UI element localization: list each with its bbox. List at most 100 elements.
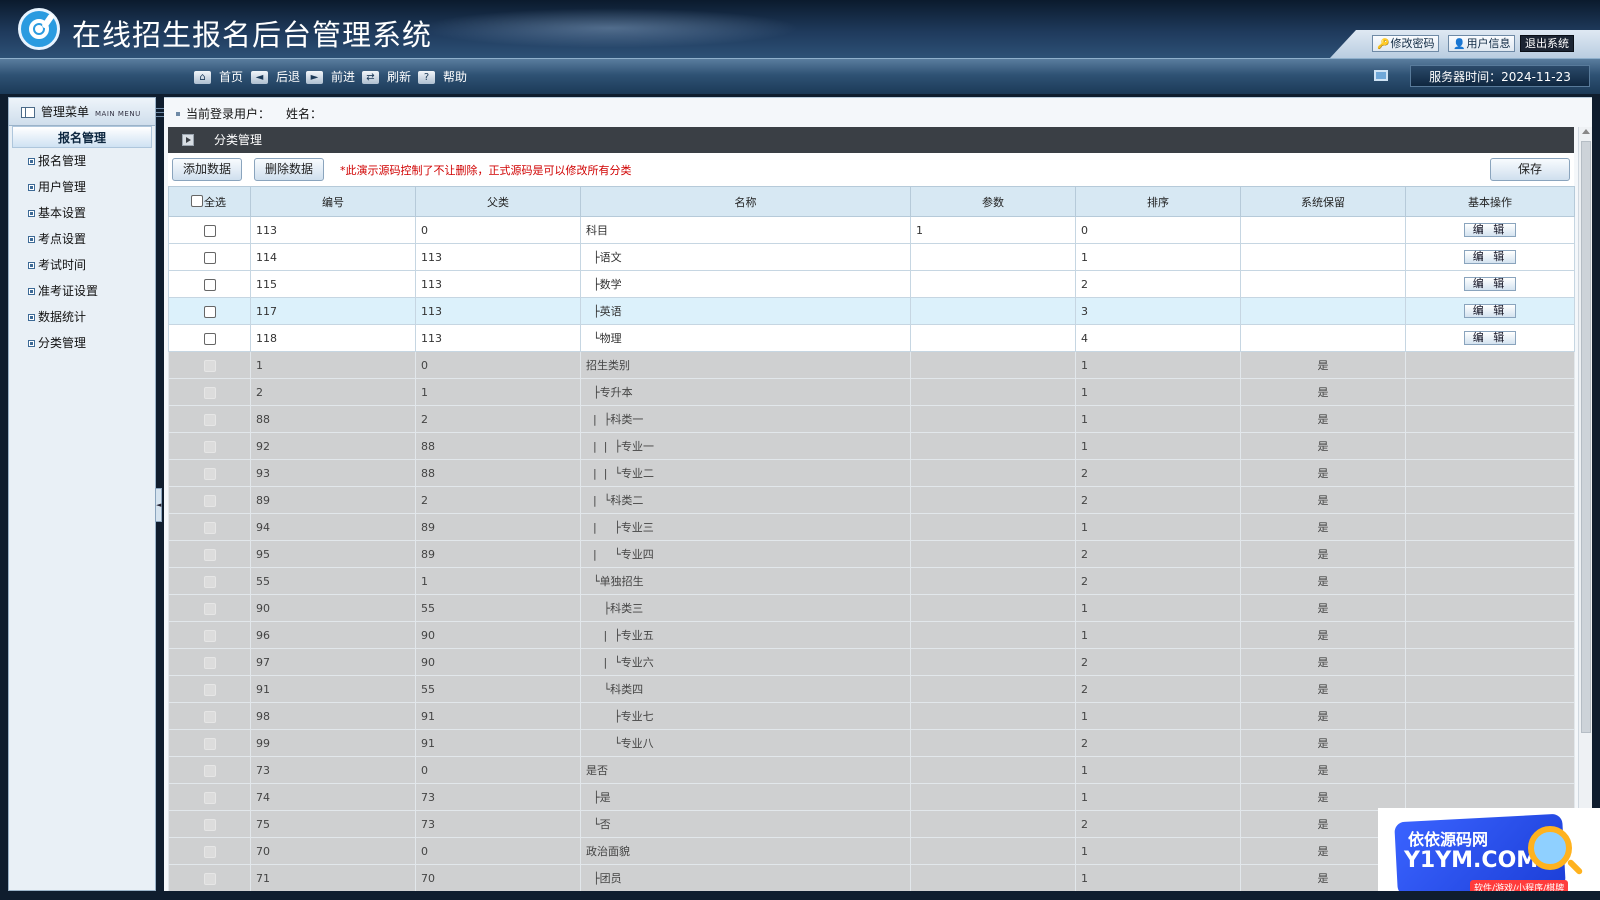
table-row[interactable]: 21 ├专升本 1 是 — [168, 378, 1575, 406]
table-row[interactable]: 118 113 └物理 4 编 辑 — [168, 324, 1575, 352]
sidebar-item-categories[interactable]: 分类管理 — [9, 330, 155, 356]
watermark: 依依源码网 Y1YM.COM 软件/游戏/小程序/棋牌 — [1378, 808, 1600, 900]
add-data-button[interactable]: 添加数据 — [172, 158, 243, 181]
row-checkbox-cell — [168, 837, 251, 865]
nav-back[interactable]: ◄ 后退 — [251, 68, 300, 86]
sidebar-item-users[interactable]: 用户管理 — [9, 174, 155, 200]
edit-button[interactable]: 编 辑 — [1464, 331, 1516, 345]
row-checkbox[interactable] — [203, 278, 216, 291]
cell-name: ├科类三 — [580, 594, 911, 622]
cell-actions[interactable]: 编 辑 — [1405, 297, 1575, 325]
table-row[interactable]: 92 88 | | ├专业一 1 是 — [168, 432, 1575, 460]
table-row[interactable]: 73 0 是否 1 是 — [168, 756, 1575, 784]
cell-sort: 2 — [1075, 648, 1241, 676]
cell-actions[interactable]: 编 辑 — [1405, 324, 1575, 352]
cell-name: | ├专业三 — [580, 513, 911, 541]
table-row[interactable]: 113 0 科目 1 0 编 辑 — [168, 216, 1575, 244]
cell-actions[interactable]: 编 辑 — [1405, 243, 1575, 271]
cell-reserved — [1240, 297, 1406, 325]
table-row[interactable]: 98 91 ├专业七 1 是 — [168, 702, 1575, 730]
scroll-up-icon[interactable] — [1582, 129, 1590, 134]
user-icon: 👤 — [1453, 39, 1466, 50]
row-checkbox[interactable] — [203, 305, 216, 318]
table-row[interactable]: 70 0 政治面貌 1 是 — [168, 837, 1575, 865]
scroll-thumb[interactable] — [1581, 141, 1591, 733]
sidebar-item-enrollment[interactable]: 报名管理 — [9, 148, 155, 174]
table-row[interactable]: 115 113 ├数学 2 编 辑 — [168, 270, 1575, 298]
cell-actions[interactable]: 编 辑 — [1405, 216, 1575, 244]
table-row[interactable]: 93 88 | | └专业二 2 是 — [168, 459, 1575, 487]
save-button[interactable]: 保存 — [1490, 158, 1570, 181]
cell-reserved: 是 — [1240, 540, 1406, 568]
cell-reserved: 是 — [1240, 378, 1406, 406]
select-all-header[interactable]: 全选 — [168, 186, 251, 217]
sidebar-item-exam-time[interactable]: 考试时间 — [9, 252, 155, 278]
cell-parent: 113 — [415, 297, 581, 325]
vertical-scrollbar[interactable] — [1578, 127, 1592, 891]
cell-parent: 88 — [415, 432, 581, 460]
change-password-link[interactable]: 🔑修改密码 — [1372, 35, 1440, 52]
row-checkbox[interactable] — [203, 251, 216, 264]
nav-help[interactable]: ? 帮助 — [418, 68, 467, 86]
row-checkbox — [203, 872, 216, 885]
cell-id: 94 — [250, 513, 416, 541]
cell-id: 96 — [250, 621, 416, 649]
sidebar-item-basic-settings[interactable]: 基本设置 — [9, 200, 155, 226]
table-row[interactable]: 97 90 | └专业六 2 是 — [168, 648, 1575, 676]
row-checkbox-cell[interactable] — [168, 297, 251, 325]
edit-button[interactable]: 编 辑 — [1464, 223, 1516, 237]
row-checkbox-cell[interactable] — [168, 270, 251, 298]
sidebar-item-statistics[interactable]: 数据统计 — [9, 304, 155, 330]
column-header-reserved: 系统保留 — [1240, 186, 1406, 217]
cell-sort: 1 — [1075, 702, 1241, 730]
edit-button[interactable]: 编 辑 — [1464, 304, 1516, 318]
table-row[interactable]: 96 90 | ├专业五 1 是 — [168, 621, 1575, 649]
sidebar-collapse-handle[interactable]: ◄ — [155, 488, 162, 522]
table-row[interactable]: 99 91 └专业八 2 是 — [168, 729, 1575, 757]
table-row[interactable]: 75 73 └否 2 是 — [168, 810, 1575, 838]
table-row[interactable]: 91 55 └科类四 2 是 — [168, 675, 1575, 703]
nav-refresh[interactable]: ⇄ 刷新 — [362, 68, 411, 86]
table-row[interactable]: 90 55 ├科类三 1 是 — [168, 594, 1575, 622]
table-row[interactable]: 89 2 | └科类二 2 是 — [168, 486, 1575, 514]
nav-home[interactable]: ⌂ 首页 — [194, 68, 243, 86]
cell-reserved: 是 — [1240, 486, 1406, 514]
table-row[interactable]: 94 89 | ├专业三 1 是 — [168, 513, 1575, 541]
user-info-link[interactable]: 👤用户信息 — [1448, 35, 1516, 52]
table-row[interactable]: 55 1 └单独招生 2 是 — [168, 567, 1575, 595]
bullet-icon — [28, 262, 35, 269]
sidebar-group-title[interactable]: 报名管理 — [12, 126, 152, 148]
cell-id: 1 — [250, 351, 416, 379]
cell-reserved: 是 — [1240, 783, 1406, 811]
row-checkbox-cell[interactable] — [168, 324, 251, 352]
select-all-checkbox[interactable] — [191, 194, 203, 207]
sidebar-item-admission-ticket[interactable]: 准考证设置 — [9, 278, 155, 304]
table-row[interactable]: 95 89 | └专业四 2 是 — [168, 540, 1575, 568]
cell-actions[interactable]: 编 辑 — [1405, 270, 1575, 298]
edit-button[interactable]: 编 辑 — [1464, 250, 1516, 264]
sidebar-item-exam-sites[interactable]: 考点设置 — [9, 226, 155, 252]
cell-param: 1 — [910, 216, 1076, 244]
nav-forward[interactable]: ► 前进 — [306, 68, 355, 86]
cell-sort: 2 — [1075, 567, 1241, 595]
cell-sort: 4 — [1075, 324, 1241, 352]
cell-reserved — [1240, 324, 1406, 352]
delete-data-button[interactable]: 删除数据 — [254, 158, 325, 181]
row-checkbox-cell — [168, 486, 251, 514]
row-checkbox[interactable] — [203, 224, 216, 237]
table-row[interactable]: 114 113 ├语文 1 编 辑 — [168, 243, 1575, 271]
table-row[interactable]: 1 0 招生类别 1 是 — [168, 351, 1575, 379]
cell-parent: 88 — [415, 459, 581, 487]
row-checkbox[interactable] — [203, 332, 216, 345]
cell-sort: 1 — [1075, 405, 1241, 433]
table-row[interactable]: 71 70 ├团员 1 是 — [168, 864, 1575, 892]
edit-button[interactable]: 编 辑 — [1464, 277, 1516, 291]
table-row[interactable]: 117 113 ├英语 3 编 辑 — [168, 297, 1575, 325]
table-row[interactable]: 74 73 ├是 1 是 — [168, 783, 1575, 811]
cell-param — [910, 486, 1076, 514]
cell-id: 55 — [250, 567, 416, 595]
row-checkbox-cell[interactable] — [168, 216, 251, 244]
logout-link[interactable]: 退出系统 — [1520, 35, 1574, 52]
row-checkbox-cell[interactable] — [168, 243, 251, 271]
table-row[interactable]: 88 2 | ├科类一 1 是 — [168, 405, 1575, 433]
